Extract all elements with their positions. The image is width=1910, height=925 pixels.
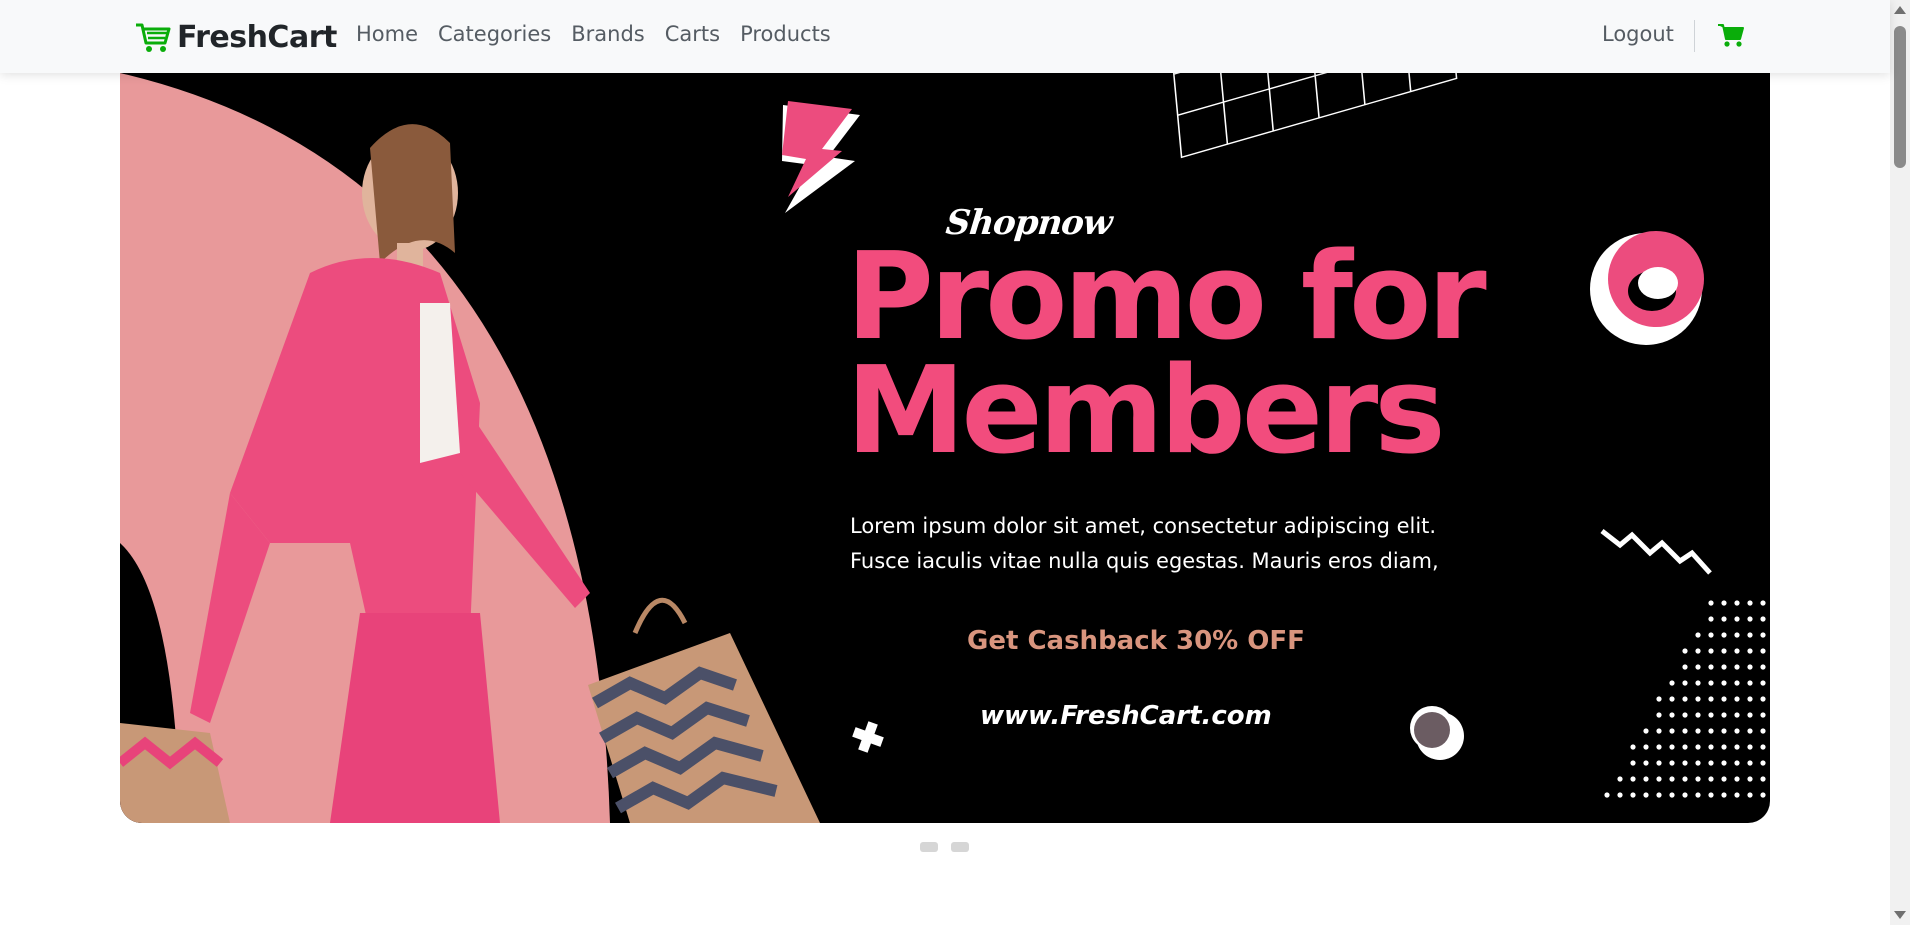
body-line-1: Lorem ipsum dolor sit amet, consectetur … — [850, 514, 1437, 538]
nav-divider — [1694, 20, 1695, 52]
carousel-indicator-1[interactable] — [920, 842, 938, 852]
headline-line-2: Members — [846, 342, 1446, 481]
nav-link-products[interactable]: Products — [740, 22, 831, 46]
carousel-indicator-2[interactable] — [951, 842, 969, 852]
nav-link-brands[interactable]: Brands — [571, 22, 645, 46]
nav-link-home[interactable]: Home — [356, 22, 418, 46]
logout-link[interactable]: Logout — [1602, 22, 1674, 46]
brand-logo[interactable]: FreshCart — [134, 18, 337, 56]
page-scrollbar[interactable] — [1890, 0, 1910, 925]
body-line-2: Fusce iaculis vitae nulla quis egestas. … — [850, 549, 1439, 573]
nav-links: Home Categories Brands Carts Products — [356, 22, 831, 46]
scroll-up-arrow-icon[interactable] — [1894, 6, 1906, 14]
scroll-down-arrow-icon[interactable] — [1894, 911, 1906, 919]
brand-name: FreshCart — [177, 19, 337, 55]
carousel-indicators — [920, 842, 969, 852]
shopping-cart-icon — [136, 23, 171, 52]
banner-body-text: Lorem ipsum dolor sit amet, consectetur … — [850, 509, 1470, 579]
cashback-offer: Get Cashback 30% OFF — [967, 626, 1305, 656]
nav-link-categories[interactable]: Categories — [438, 22, 551, 46]
website-url: www.FreshCart.com — [980, 701, 1272, 731]
headline-line-1: Promo for — [846, 228, 1487, 367]
banner-headline: Promo for Members — [846, 228, 1487, 481]
nav-link-carts[interactable]: Carts — [665, 22, 720, 46]
promo-banner: Shopnow Promo for Members Lorem ipsum do… — [120, 73, 1770, 823]
navbar: FreshCart Home Categories Brands Carts P… — [0, 0, 1890, 73]
shopping-cart-icon[interactable] — [1717, 22, 1745, 48]
scrollbar-thumb[interactable] — [1894, 26, 1906, 168]
